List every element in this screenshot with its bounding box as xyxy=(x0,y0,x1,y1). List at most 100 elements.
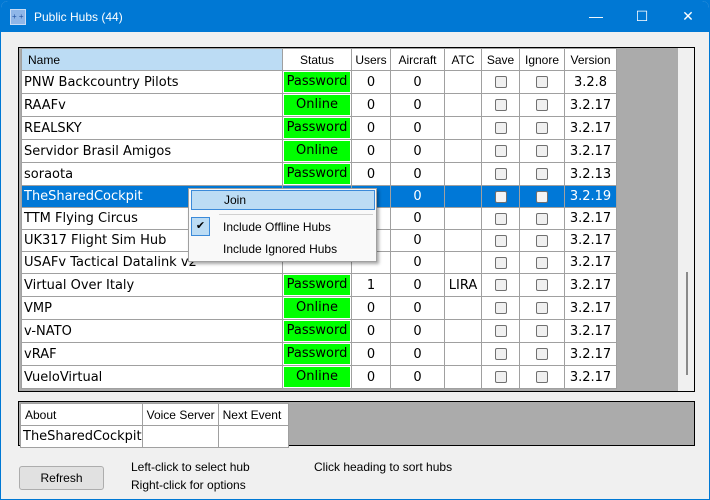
table-row[interactable]: PNW Backcountry Pilots Password 0 0 3.2.8 xyxy=(21,70,617,94)
col-next-event[interactable]: Next Event xyxy=(217,403,289,426)
vertical-scrollbar[interactable] xyxy=(678,48,694,391)
save-checkbox[interactable] xyxy=(494,122,507,134)
ignore-checkbox[interactable] xyxy=(536,348,548,360)
details-grid: About Voice Server Next Event TheSharedC… xyxy=(18,401,695,448)
table-row[interactable]: Servidor Brasil Amigos Online 0 0 3.2.17 xyxy=(21,139,617,163)
status-badge: Online xyxy=(284,95,350,115)
save-checkbox[interactable] xyxy=(494,145,507,157)
hub-save xyxy=(481,365,520,389)
save-checkbox[interactable] xyxy=(494,212,507,225)
table-row[interactable]: RAAFv Online 0 0 3.2.17 xyxy=(21,93,617,117)
hub-ignore xyxy=(519,70,565,94)
hub-atc xyxy=(444,139,482,163)
minimize-button[interactable]: — xyxy=(573,1,619,32)
refresh-button[interactable]: Refresh xyxy=(19,466,104,490)
ignore-checkbox[interactable] xyxy=(536,212,548,225)
ignore-checkbox[interactable] xyxy=(536,256,548,269)
save-checkbox[interactable] xyxy=(494,168,507,180)
ignore-checkbox[interactable] xyxy=(536,168,548,180)
table-row[interactable]: VueloVirtual Online 0 0 3.2.17 xyxy=(21,365,617,389)
hub-users: 0 xyxy=(351,70,391,94)
col-voice-server[interactable]: Voice Server xyxy=(141,403,219,426)
save-checkbox[interactable] xyxy=(494,76,507,88)
col-atc[interactable]: ATC xyxy=(444,48,482,71)
ignore-checkbox[interactable] xyxy=(536,122,548,134)
col-users[interactable]: Users xyxy=(351,48,391,71)
hub-ignore xyxy=(519,273,565,297)
hub-atc xyxy=(444,116,482,140)
hub-name: VueloVirtual xyxy=(21,365,283,389)
hub-ignore xyxy=(519,229,565,252)
hub-ignore xyxy=(519,185,565,208)
maximize-button[interactable]: ☐ xyxy=(619,1,665,32)
col-name[interactable]: Name xyxy=(21,48,283,71)
hub-status: Password xyxy=(282,162,352,186)
status-badge: Online xyxy=(284,141,350,161)
hint-sort: Click heading to sort hubs xyxy=(314,460,453,474)
hub-users: 0 xyxy=(351,139,391,163)
scrollbar-thumb[interactable] xyxy=(686,272,688,375)
hub-status: Password xyxy=(282,70,352,94)
hub-aircraft: 0 xyxy=(390,319,445,343)
hub-atc xyxy=(444,319,482,343)
menu-item-include-offline[interactable]: Include Offline Hubs xyxy=(191,217,375,237)
col-save[interactable]: Save xyxy=(481,48,520,71)
save-checkbox[interactable] xyxy=(494,371,507,383)
save-checkbox[interactable] xyxy=(494,325,507,337)
about-value: TheSharedCockpit xyxy=(20,425,143,448)
hub-users: 0 xyxy=(351,296,391,320)
hub-ignore xyxy=(519,93,565,117)
ignore-checkbox[interactable] xyxy=(536,234,548,247)
menu-item-include-ignored[interactable]: Include Ignored Hubs xyxy=(191,239,375,259)
table-row[interactable]: Virtual Over Italy Password 1 0 LIRA 3.2.17 xyxy=(21,273,617,297)
save-checkbox[interactable] xyxy=(494,190,507,203)
hub-name: v-NATO xyxy=(21,319,283,343)
hub-version: 3.2.17 xyxy=(564,273,617,297)
save-checkbox[interactable] xyxy=(494,256,507,269)
hub-status: Password xyxy=(282,273,352,297)
col-aircraft[interactable]: Aircraft xyxy=(390,48,445,71)
close-button[interactable]: ✕ xyxy=(665,1,709,32)
col-about[interactable]: About xyxy=(20,403,143,426)
hub-ignore xyxy=(519,319,565,343)
save-checkbox[interactable] xyxy=(494,279,507,291)
table-row[interactable]: v-NATO Password 0 0 3.2.17 xyxy=(21,319,617,343)
ignore-checkbox[interactable] xyxy=(536,279,548,291)
hub-users: 0 xyxy=(351,162,391,186)
save-checkbox[interactable] xyxy=(494,348,507,360)
ignore-checkbox[interactable] xyxy=(536,99,548,111)
hub-save xyxy=(481,273,520,297)
hub-version: 3.2.17 xyxy=(564,207,617,230)
save-checkbox[interactable] xyxy=(494,234,507,247)
hub-save xyxy=(481,162,520,186)
hub-atc xyxy=(444,342,482,366)
ignore-checkbox[interactable] xyxy=(536,371,548,383)
table-row[interactable]: soraota Password 0 0 3.2.13 xyxy=(21,162,617,186)
hub-users: 0 xyxy=(351,93,391,117)
context-menu: Join ✔ Include Offline Hubs Include Igno… xyxy=(188,188,377,262)
hub-aircraft: 0 xyxy=(390,116,445,140)
col-status[interactable]: Status xyxy=(282,48,352,71)
ignore-checkbox[interactable] xyxy=(536,145,548,157)
hub-ignore xyxy=(519,251,565,274)
hint-right-click: Right-click for options xyxy=(131,478,246,492)
hub-name: vRAF xyxy=(21,342,283,366)
ignore-checkbox[interactable] xyxy=(536,325,548,337)
hub-ignore xyxy=(519,296,565,320)
table-row[interactable]: VMP Online 0 0 3.2.17 xyxy=(21,296,617,320)
save-checkbox[interactable] xyxy=(494,99,507,111)
menu-item-join[interactable]: Join xyxy=(191,190,375,210)
ignore-checkbox[interactable] xyxy=(536,302,548,314)
col-version[interactable]: Version xyxy=(564,48,617,71)
table-row[interactable]: vRAF Password 0 0 3.2.17 xyxy=(21,342,617,366)
ignore-checkbox[interactable] xyxy=(536,190,548,203)
hub-atc xyxy=(444,365,482,389)
table-row[interactable]: REALSKY Password 0 0 3.2.17 xyxy=(21,116,617,140)
title-bar: Public Hubs (44) — ☐ ✕ xyxy=(1,1,709,32)
save-checkbox[interactable] xyxy=(494,302,507,314)
hub-save xyxy=(481,319,520,343)
status-badge: Online xyxy=(284,298,350,318)
col-ignore[interactable]: Ignore xyxy=(519,48,565,71)
ignore-checkbox[interactable] xyxy=(536,76,548,88)
window-title: Public Hubs (44) xyxy=(34,9,123,24)
